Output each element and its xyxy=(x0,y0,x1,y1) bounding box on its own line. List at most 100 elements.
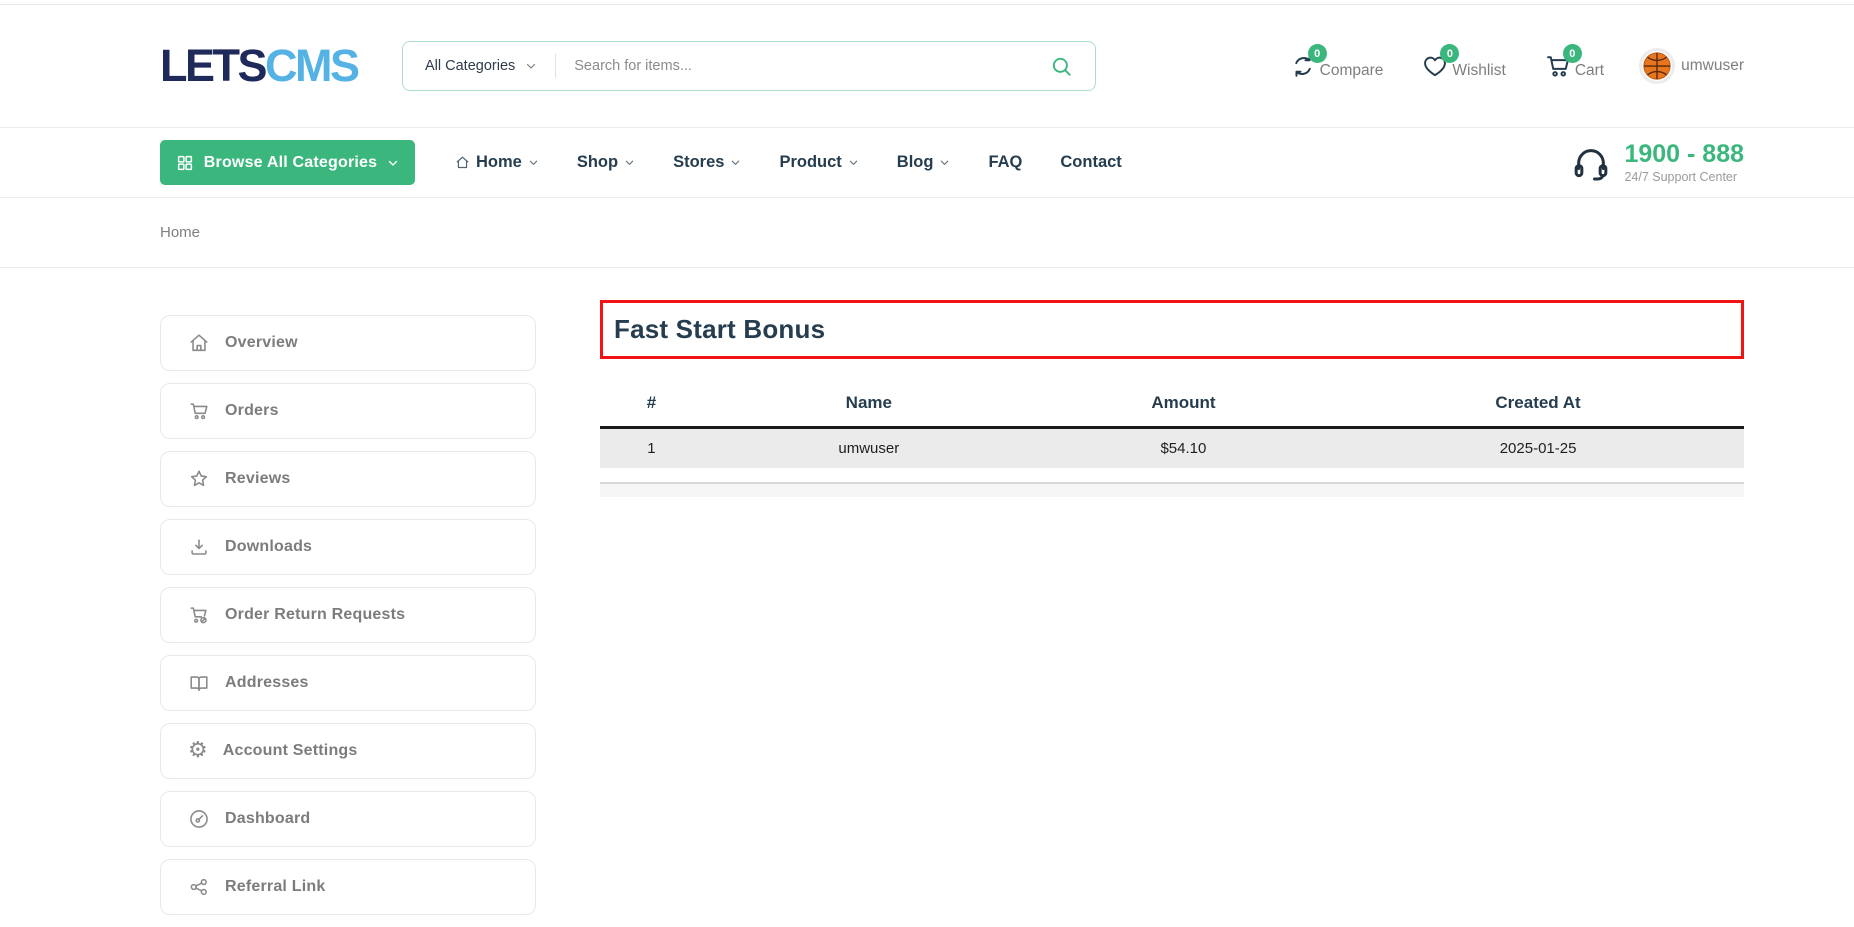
user-menu[interactable]: umwuser xyxy=(1642,51,1744,81)
share-icon xyxy=(188,876,210,898)
compare-link[interactable]: 0 Compare xyxy=(1289,44,1384,80)
cart-label: Cart xyxy=(1574,62,1605,79)
nav-link-label: Product xyxy=(779,153,842,171)
category-dropdown[interactable]: All Categories xyxy=(425,58,537,74)
nav-link-label: Stores xyxy=(673,153,725,171)
cart-count-badge: 0 xyxy=(1562,44,1582,63)
cart-return-icon xyxy=(188,604,210,626)
sidebar-item-order-return-requests[interactable]: Order Return Requests xyxy=(160,587,536,643)
site-header: LETSCMS All Categories 0 xyxy=(0,5,1854,128)
column-header-created-at: Created At xyxy=(1332,387,1744,429)
title-highlight-box: Fast Start Bonus xyxy=(600,300,1744,359)
home-icon xyxy=(455,155,470,170)
wishlist-link[interactable]: 0 Wishlist xyxy=(1421,44,1506,80)
sidebar-item-addresses[interactable]: Addresses xyxy=(160,655,536,711)
column-header-name: Name xyxy=(702,387,1035,429)
fast-start-bonus-table: # Name Amount Created At 1 umwuser $54.1… xyxy=(600,387,1744,497)
nav-link-label: Home xyxy=(476,153,522,171)
chevron-down-icon xyxy=(848,157,859,168)
cart-link[interactable]: 0 Cart xyxy=(1544,44,1605,80)
nav-link-label: FAQ xyxy=(988,153,1023,171)
chevron-down-icon xyxy=(525,60,537,72)
sidebar-item-referral-link[interactable]: Referral Link xyxy=(160,859,536,915)
nav-link-label: Contact xyxy=(1060,153,1122,171)
username: umwuser xyxy=(1681,57,1744,74)
chevron-down-icon xyxy=(730,157,741,168)
site-logo[interactable]: LETSCMS xyxy=(160,40,402,92)
wishlist-icon: 0 xyxy=(1421,44,1460,80)
sidebar-item-orders[interactable]: Orders xyxy=(160,383,536,439)
content-area: Overview Orders Reviews Downloads Order … xyxy=(0,268,1854,927)
sidebar-item-label: Overview xyxy=(225,334,298,351)
wishlist-count-badge: 0 xyxy=(1440,44,1460,63)
nav-link-label: Blog xyxy=(896,153,934,171)
sidebar-item-dashboard[interactable]: Dashboard xyxy=(160,791,536,847)
compare-count-badge: 0 xyxy=(1307,44,1327,63)
nav-link-label: Shop xyxy=(576,153,619,171)
star-icon xyxy=(188,468,210,490)
support-text: 1900 - 888 24/7 Support Center xyxy=(1624,141,1744,184)
chevron-down-icon xyxy=(939,157,950,168)
cell-index: 1 xyxy=(647,440,656,457)
chevron-down-icon xyxy=(528,157,539,168)
cell-name: umwuser xyxy=(838,440,900,457)
cell-amount: $54.10 xyxy=(1160,440,1207,457)
sidebar-item-overview[interactable]: Overview xyxy=(160,315,536,371)
cart-icon xyxy=(188,400,210,422)
cart-icon: 0 xyxy=(1544,44,1582,80)
table-header-row: # Name Amount Created At xyxy=(600,387,1744,429)
download-icon xyxy=(188,536,210,558)
category-dropdown-label: All Categories xyxy=(425,58,516,74)
search-button[interactable] xyxy=(1050,55,1073,78)
search-icon xyxy=(1050,55,1073,78)
support-phone[interactable]: 1900 - 888 xyxy=(1624,141,1744,167)
support-center: 1900 - 888 24/7 Support Center xyxy=(1571,141,1744,184)
sidebar-item-label: Reviews xyxy=(225,470,291,487)
nav-link-product[interactable]: Product xyxy=(779,153,858,172)
sidebar-item-label: Orders xyxy=(225,402,279,419)
table-footer-strip xyxy=(600,482,1744,497)
wishlist-label: Wishlist xyxy=(1452,62,1506,79)
page: LETSCMS All Categories 0 xyxy=(0,0,1854,924)
search-input[interactable] xyxy=(574,58,1038,74)
nav-link-stores[interactable]: Stores xyxy=(673,153,741,172)
address-book-icon xyxy=(188,672,210,694)
sidebar-item-label: Addresses xyxy=(225,674,309,691)
cell-created-at: 2025-01-25 xyxy=(1499,440,1577,457)
sidebar-item-label: Order Return Requests xyxy=(225,606,406,623)
nav-link-contact[interactable]: Contact xyxy=(1060,153,1121,172)
nav-link-faq[interactable]: FAQ xyxy=(988,153,1022,172)
sidebar-item-label: Referral Link xyxy=(225,878,326,895)
sidebar-item-label: Dashboard xyxy=(225,810,311,827)
home-icon xyxy=(188,332,210,354)
support-caption: 24/7 Support Center xyxy=(1624,169,1738,184)
nav-link-shop[interactable]: Shop xyxy=(577,153,635,172)
main-panel: Fast Start Bonus # Name Amount Created A… xyxy=(600,300,1744,497)
main-navbar: Browse All Categories Home Shop Stores P… xyxy=(0,128,1854,198)
sidebar-item-reviews[interactable]: Reviews xyxy=(160,451,536,507)
nav-link-home[interactable]: Home xyxy=(455,153,539,172)
compare-label: Compare xyxy=(1319,62,1384,79)
breadcrumb: Home xyxy=(0,198,1854,268)
logo-text-cms: CMS xyxy=(265,40,360,91)
column-header-index: # xyxy=(600,387,703,429)
compare-icon: 0 xyxy=(1289,44,1327,80)
chevron-down-icon xyxy=(624,157,635,168)
sidebar-item-account-settings[interactable]: ⚙ Account Settings xyxy=(160,723,536,779)
dashboard-icon xyxy=(188,808,210,830)
breadcrumb-home[interactable]: Home xyxy=(160,224,200,241)
account-sidebar: Overview Orders Reviews Downloads Order … xyxy=(160,315,536,927)
sidebar-item-label: Downloads xyxy=(225,538,313,555)
browse-categories-button[interactable]: Browse All Categories xyxy=(160,140,415,185)
sidebar-item-label: Account Settings xyxy=(222,742,358,759)
column-header-amount: Amount xyxy=(1034,387,1333,429)
grid-icon xyxy=(176,154,194,172)
sidebar-item-downloads[interactable]: Downloads xyxy=(160,519,536,575)
nav-link-blog[interactable]: Blog xyxy=(897,153,951,172)
gear-icon: ⚙ xyxy=(188,738,208,763)
browse-categories-label: Browse All Categories xyxy=(203,153,378,171)
page-title: Fast Start Bonus xyxy=(614,314,826,344)
header-actions: 0 Compare 0 Wishlist 0 Cart umwuser xyxy=(1289,44,1744,81)
search-divider xyxy=(555,54,557,78)
chevron-down-icon xyxy=(387,157,399,169)
